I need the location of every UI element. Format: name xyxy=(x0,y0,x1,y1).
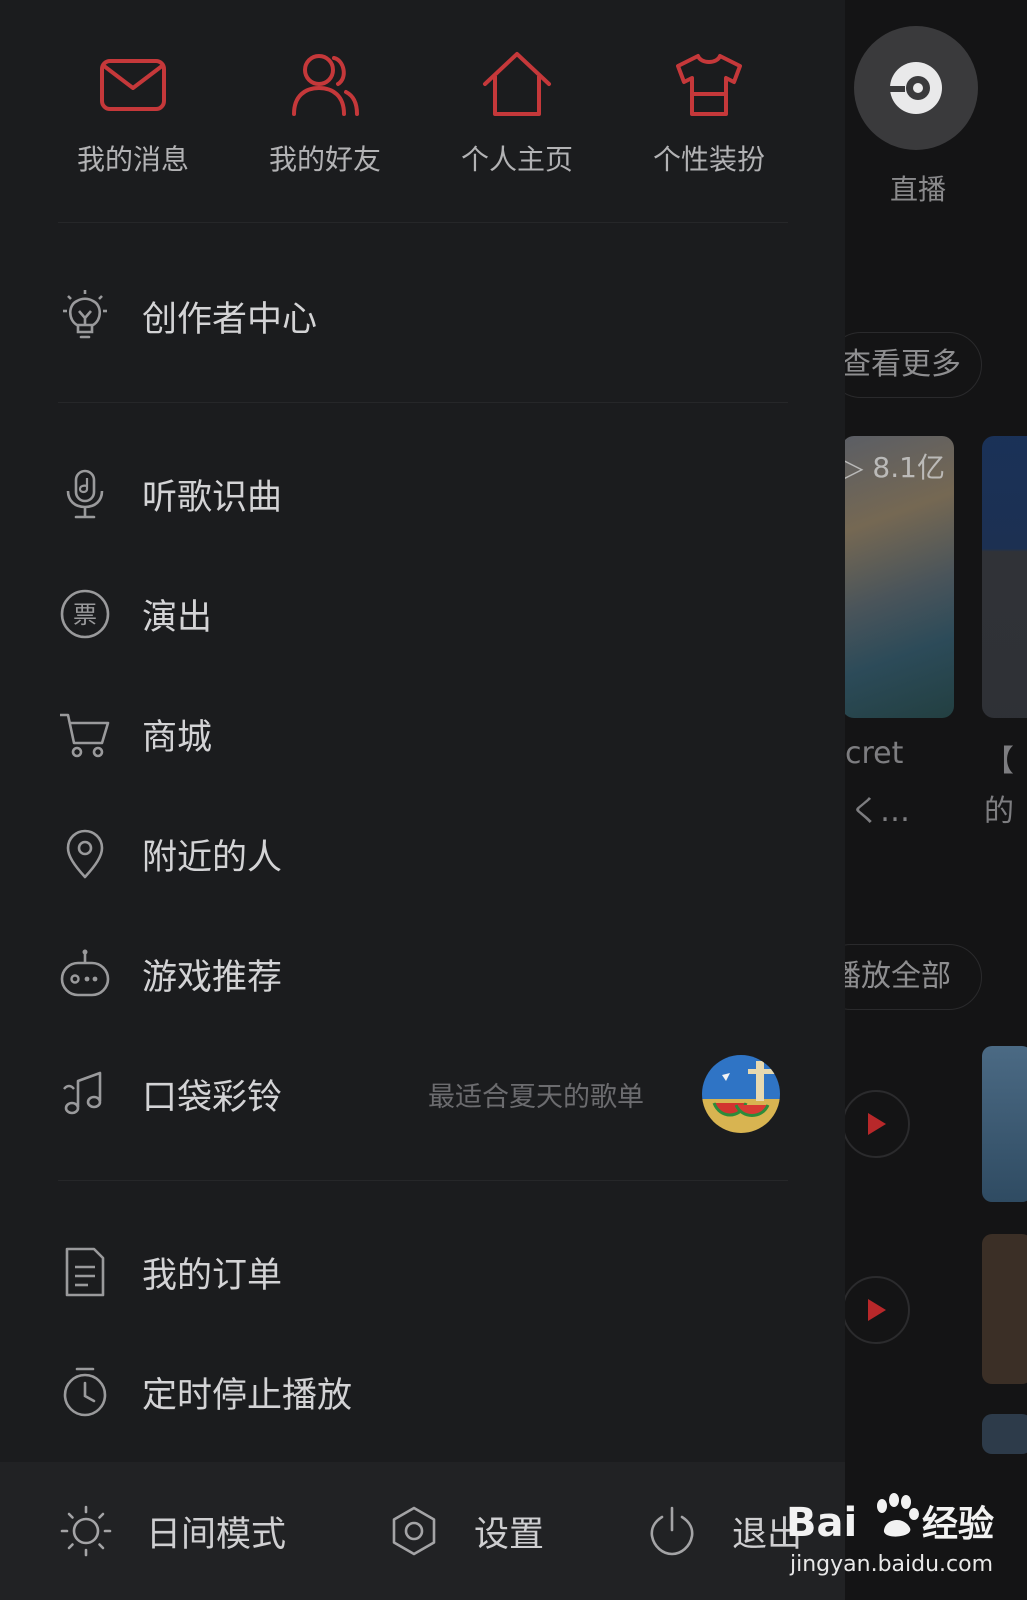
menu-item-label: 附近的人 xyxy=(142,837,283,878)
exit-button[interactable]: 退出 xyxy=(646,1496,802,1566)
quick-action-homepage[interactable]: 个人主页 xyxy=(442,48,592,178)
mail-icon xyxy=(100,59,166,111)
divider xyxy=(58,1180,788,1181)
shopping-cart-icon xyxy=(60,713,110,758)
song-thumbnail xyxy=(982,1234,1027,1384)
divider xyxy=(58,222,788,223)
play-count: ▷ 8.1亿 xyxy=(842,451,945,484)
playlist-title: cret xyxy=(845,736,904,771)
side-drawer: 我的消息 我的好友 个人主页 个性装扮 创作者中心 听歌识曲 票 演出 商城 附… xyxy=(0,0,845,1600)
settings-icon xyxy=(392,1506,436,1556)
microphone-icon xyxy=(66,469,104,519)
menu-item-label: 创作者中心 xyxy=(142,299,318,340)
playlist-title: 的 xyxy=(984,794,1014,829)
menu-item-pocket-ringtone[interactable]: 口袋彩铃 最适合夏天的歌单 xyxy=(58,1054,788,1134)
watermelon-image xyxy=(702,1055,780,1133)
lightbulb-icon xyxy=(63,290,107,339)
friends-icon xyxy=(292,54,359,116)
live-button[interactable] xyxy=(854,26,978,150)
svg-text:票: 票 xyxy=(73,601,97,629)
menu-item-label: 演出 xyxy=(142,597,213,638)
game-controller-icon xyxy=(60,949,110,997)
menu-item-label: 定时停止播放 xyxy=(142,1375,353,1416)
day-mode-label: 日间模式 xyxy=(146,1514,287,1555)
song-thumbnail xyxy=(982,1046,1027,1202)
play-button[interactable] xyxy=(842,1090,910,1158)
music-note-icon xyxy=(63,1071,102,1115)
day-mode-button[interactable]: 日间模式 xyxy=(60,1496,286,1566)
home-icon xyxy=(483,52,551,116)
live-label: 直播 xyxy=(889,173,946,206)
divider xyxy=(58,402,788,403)
sun-icon xyxy=(60,1505,112,1557)
menu-item-label: 听歌识曲 xyxy=(142,477,283,518)
quick-action-label: 个人主页 xyxy=(460,143,573,176)
play-icon xyxy=(868,1113,886,1135)
menu-item-song-recognition[interactable]: 听歌识曲 xyxy=(58,454,788,534)
menu-item-shows[interactable]: 票 演出 xyxy=(58,574,788,654)
menu-item-mall[interactable]: 商城 xyxy=(58,694,788,774)
document-icon xyxy=(65,1247,105,1297)
menu-item-label: 我的订单 xyxy=(142,1255,283,1296)
see-more-button[interactable]: 查看更多 xyxy=(828,332,982,398)
live-icon xyxy=(887,62,942,114)
menu-item-my-orders[interactable]: 我的订单 xyxy=(58,1232,788,1312)
settings-button[interactable]: 设置 xyxy=(388,1496,544,1566)
menu-item-games[interactable]: 游戏推荐 xyxy=(58,934,788,1014)
menu-item-creator-center[interactable]: 创作者中心 xyxy=(58,276,788,356)
timer-icon xyxy=(63,1367,107,1417)
playlist-cover[interactable] xyxy=(982,436,1027,718)
quick-action-label: 个性装扮 xyxy=(652,143,765,176)
play-button[interactable] xyxy=(842,1276,910,1344)
menu-item-label: 游戏推荐 xyxy=(142,957,283,998)
playlist-title: 【 xyxy=(984,744,1014,779)
power-icon xyxy=(650,1506,694,1556)
ticket-icon: 票 xyxy=(60,589,110,639)
play-icon xyxy=(868,1299,886,1321)
settings-label: 设置 xyxy=(474,1514,545,1555)
quick-action-friends[interactable]: 我的好友 xyxy=(250,48,400,178)
shirt-icon xyxy=(676,54,742,116)
song-thumbnail xyxy=(982,1414,1027,1454)
quick-action-label: 我的好友 xyxy=(268,143,381,176)
quick-action-messages[interactable]: 我的消息 xyxy=(58,48,208,178)
menu-item-nearby[interactable]: 附近的人 xyxy=(58,814,788,894)
summer-playlist-thumbnail xyxy=(702,1055,780,1133)
svg-text:经验: 经验 xyxy=(922,1504,994,1545)
quick-action-label: 我的消息 xyxy=(76,143,189,176)
baidu-watermark: Bai 经验 jingyan.baidu.com xyxy=(786,1478,1016,1596)
quick-action-personalize[interactable]: 个性装扮 xyxy=(634,48,784,178)
menu-item-label: 口袋彩铃 xyxy=(142,1077,283,1118)
svg-text:Bai: Bai xyxy=(786,1500,857,1546)
location-pin-icon xyxy=(66,829,104,879)
baidu-logo: Bai 经验 xyxy=(786,1493,994,1546)
menu-item-label: 商城 xyxy=(142,717,213,758)
menu-item-subtitle: 最适合夏天的歌单 xyxy=(428,1081,644,1113)
drawer-footer: 日间模式 设置 退出 xyxy=(0,1462,845,1600)
menu-item-sleep-timer[interactable]: 定时停止播放 xyxy=(58,1352,788,1432)
watermark-url: jingyan.baidu.com xyxy=(790,1552,994,1577)
playlist-title: く… xyxy=(850,794,910,829)
